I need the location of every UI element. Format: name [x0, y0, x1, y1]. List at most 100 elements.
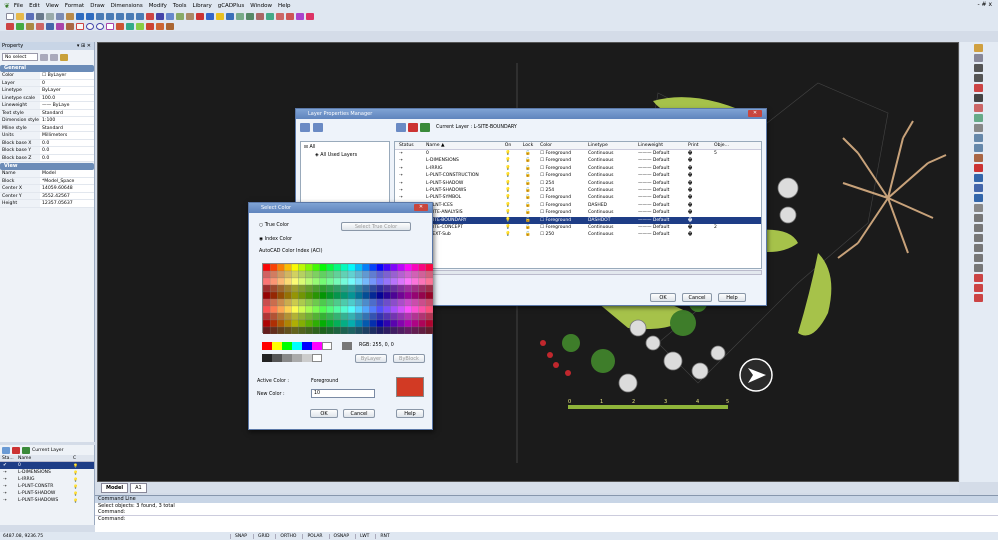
- aci-swatch[interactable]: [340, 277, 349, 286]
- aci-swatch[interactable]: [397, 284, 405, 293]
- mirror-icon[interactable]: [974, 84, 983, 92]
- save-icon[interactable]: [26, 12, 34, 20]
- on-bulb-icon[interactable]: 💡: [498, 150, 518, 157]
- aci-swatch[interactable]: [284, 298, 292, 307]
- aci-swatch[interactable]: [298, 263, 306, 272]
- col-color[interactable]: Color: [538, 142, 586, 149]
- layer-row[interactable]: ⇢L-SITE-ANALYSIS💡🔓☐ ForegroundContinuous…: [395, 209, 761, 216]
- aci-swatch[interactable]: [383, 305, 391, 314]
- aci-swatch[interactable]: [277, 326, 285, 335]
- app-logo-icon[interactable]: ❦: [4, 2, 10, 10]
- print-icon[interactable]: 🖶: [686, 217, 712, 224]
- general-property-row[interactable]: Block base Z 0.0: [0, 154, 94, 162]
- aci-swatch[interactable]: [284, 291, 292, 300]
- print-icon[interactable]: 🖶: [686, 209, 712, 216]
- bulb-icon[interactable]: 💡: [73, 462, 78, 469]
- general-property-row[interactable]: Layer 0: [0, 79, 94, 87]
- aci-swatch[interactable]: [262, 291, 271, 300]
- property-value[interactable]: 0.0: [40, 147, 94, 154]
- move-icon[interactable]: [974, 64, 983, 72]
- aci-swatch[interactable]: [340, 319, 349, 328]
- chart-icon[interactable]: [296, 12, 304, 20]
- aci-swatch[interactable]: [376, 291, 384, 300]
- aci-swatch[interactable]: [319, 263, 327, 272]
- aci-swatch[interactable]: [418, 277, 427, 286]
- swatch-grey-255[interactable]: [312, 354, 322, 362]
- print-icon[interactable]: 🖶: [686, 194, 712, 201]
- lock-icon[interactable]: 🔓: [518, 209, 538, 216]
- on-bulb-icon[interactable]: 💡: [498, 202, 518, 209]
- view-property-row[interactable]: Height 12357.05637: [0, 200, 94, 208]
- aci-swatch[interactable]: [383, 298, 391, 307]
- help-query-icon[interactable]: [206, 12, 214, 20]
- aci-swatch[interactable]: [418, 298, 427, 307]
- hatch-icon[interactable]: [236, 12, 244, 20]
- swatch-grey-254[interactable]: [302, 354, 312, 362]
- aci-swatch[interactable]: [354, 263, 363, 272]
- dock-icon[interactable]: [226, 12, 234, 20]
- aci-swatch[interactable]: [404, 319, 412, 328]
- close-icon[interactable]: ✕: [414, 204, 428, 211]
- extend-icon[interactable]: [974, 144, 983, 152]
- aci-swatch[interactable]: [298, 319, 306, 328]
- view-property-row[interactable]: Center Y 3552.42567: [0, 192, 94, 200]
- aci-swatch[interactable]: [411, 277, 419, 286]
- on-bulb-icon[interactable]: 💡: [498, 209, 518, 216]
- aci-swatch[interactable]: [411, 305, 419, 314]
- property-value[interactable]: —— ByLaye: [40, 102, 94, 109]
- general-section-header[interactable]: General: [0, 65, 94, 72]
- aci-swatch[interactable]: [291, 312, 299, 321]
- aci-swatch[interactable]: [277, 291, 285, 300]
- aci-swatch[interactable]: [333, 263, 342, 272]
- on-bulb-icon[interactable]: 💡: [498, 157, 518, 164]
- aci-swatch[interactable]: [291, 298, 299, 307]
- aci-swatch[interactable]: [347, 277, 356, 286]
- undo-icon[interactable]: [76, 12, 84, 20]
- aci-swatch[interactable]: [319, 305, 327, 314]
- print-icon[interactable]: [36, 12, 44, 20]
- delete-layer-icon[interactable]: [12, 446, 20, 454]
- mledit-icon[interactable]: [974, 294, 983, 302]
- pedit-icon[interactable]: [974, 274, 983, 282]
- ortho-toggle[interactable]: ORTHO: [275, 533, 300, 539]
- aci-swatch[interactable]: [362, 312, 370, 321]
- layer-row[interactable]: ⇢L-SITE-BOUNDARY💡🔓☐ ForegroundDASHDOT———…: [395, 216, 761, 224]
- property-value[interactable]: Millimeters: [40, 132, 94, 139]
- aci-swatch[interactable]: [305, 298, 313, 307]
- lock-icon[interactable]: 🔓: [518, 180, 538, 187]
- pencil-icon[interactable]: [974, 44, 983, 52]
- aci-swatch[interactable]: [362, 263, 370, 272]
- aci-swatch[interactable]: [390, 270, 398, 279]
- aci-swatch[interactable]: [390, 284, 398, 293]
- layer-table-hscroll[interactable]: [394, 270, 762, 275]
- general-property-row[interactable]: Lineweight —— ByLaye: [0, 102, 94, 110]
- on-bulb-icon[interactable]: 💡: [498, 231, 518, 238]
- redo-icon[interactable]: [86, 12, 94, 20]
- set-current-icon[interactable]: [22, 446, 30, 454]
- aci-swatch[interactable]: [383, 270, 391, 279]
- revcloud-icon[interactable]: [106, 22, 114, 30]
- swatch-grey-252[interactable]: [282, 354, 292, 362]
- aci-swatch[interactable]: [362, 298, 370, 307]
- aci-swatch[interactable]: [390, 298, 398, 307]
- aci-swatch[interactable]: [326, 284, 334, 293]
- aci-swatch[interactable]: [326, 270, 334, 279]
- on-bulb-icon[interactable]: 💡: [498, 180, 518, 187]
- lwt-toggle[interactable]: LWT: [355, 533, 373, 539]
- line-icon[interactable]: [6, 22, 14, 30]
- aci-swatches[interactable]: [262, 263, 434, 335]
- zoom-realtime-icon[interactable]: [96, 12, 104, 20]
- aci-swatch[interactable]: [262, 270, 271, 279]
- lock-icon[interactable]: 🔓: [518, 172, 538, 179]
- aci-swatch[interactable]: [425, 326, 434, 335]
- ok-button[interactable]: OK: [650, 293, 676, 302]
- aci-swatch[interactable]: [369, 326, 377, 335]
- aci-swatch[interactable]: [354, 291, 363, 300]
- chamfer-icon[interactable]: [974, 164, 983, 172]
- aci-swatch[interactable]: [305, 326, 313, 335]
- aci-swatch[interactable]: [262, 319, 271, 328]
- aci-swatch[interactable]: [277, 277, 285, 286]
- aci-swatch[interactable]: [319, 326, 327, 335]
- aci-swatch[interactable]: [291, 305, 299, 314]
- select-objects-icon[interactable]: [50, 53, 58, 61]
